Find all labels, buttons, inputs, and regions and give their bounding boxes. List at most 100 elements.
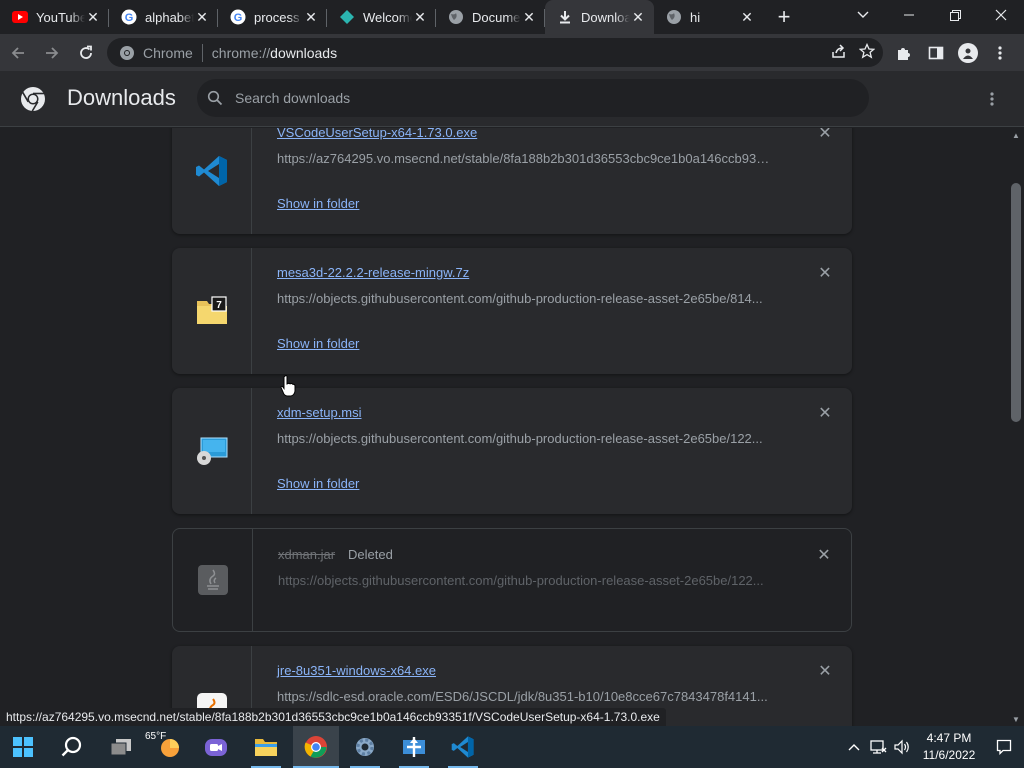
show-in-folder-link[interactable]: Show in folder [277, 476, 359, 491]
search-icon[interactable] [49, 726, 95, 768]
settings-icon[interactable] [342, 726, 388, 768]
show-in-folder-link[interactable]: Show in folder [277, 336, 359, 351]
tab-process[interactable]: G process ✕ [218, 0, 327, 34]
page-title: Downloads [67, 85, 176, 110]
tab-youtube[interactable]: YouTube ✕ [0, 0, 109, 34]
remove-item-icon[interactable]: ✕ [817, 548, 831, 564]
page-scrollbar[interactable]: ▲ ▼ [1008, 128, 1024, 726]
taskbar-clock[interactable]: 4:47 PM 11/6/2022 [914, 730, 984, 764]
download-item: VSCodeUserSetup-x64-1.73.0.exe https://a… [172, 128, 852, 234]
remove-item-icon[interactable]: ✕ [818, 406, 832, 422]
close-tab-icon[interactable]: ✕ [630, 9, 646, 25]
remove-item-icon[interactable]: ✕ [818, 128, 832, 142]
remove-item-icon[interactable]: ✕ [818, 266, 832, 282]
close-tab-icon[interactable]: ✕ [194, 9, 210, 25]
search-icon [205, 90, 225, 106]
remove-item-icon[interactable]: ✕ [818, 664, 832, 680]
download-filename-link[interactable]: mesa3d-22.2.2-release-mingw.7z [277, 265, 469, 280]
search-downloads-input[interactable] [235, 90, 835, 106]
tab-title: hi [690, 9, 701, 25]
tab-title: YouTube [36, 9, 85, 25]
network-app-icon[interactable] [391, 726, 437, 768]
back-button[interactable] [2, 37, 34, 69]
svg-text:7: 7 [216, 300, 222, 311]
tray-overflow-chevron-icon[interactable] [842, 726, 866, 768]
tab-alphabet[interactable]: G alphabet ✕ [109, 0, 218, 34]
close-tab-icon[interactable]: ✕ [521, 9, 537, 25]
meet-icon[interactable] [193, 726, 239, 768]
side-panel-icon[interactable] [920, 37, 952, 69]
download-url: https://az764295.vo.msecnd.net/stable/8f… [277, 151, 772, 166]
download-filename-link[interactable]: VSCodeUserSetup-x64-1.73.0.exe [277, 128, 477, 140]
reload-button[interactable] [70, 37, 102, 69]
minimize-icon[interactable] [886, 0, 932, 30]
link-status-bubble: https://az764295.vo.msecnd.net/stable/8f… [0, 708, 666, 726]
scrollbar-thumb[interactable] [1011, 183, 1021, 422]
download-icon [557, 9, 573, 25]
diamond-icon [339, 9, 355, 25]
downloads-header: Downloads [0, 71, 1024, 127]
search-downloads-box[interactable] [197, 79, 869, 117]
tab-title: Downloads [581, 9, 630, 25]
tab-title: process [254, 9, 300, 25]
downloads-list: VSCodeUserSetup-x64-1.73.0.exe https://a… [0, 128, 1008, 726]
scroll-up-arrow-icon[interactable]: ▲ [1008, 128, 1024, 142]
weather-temperature: 65°F [145, 731, 167, 742]
address-bar[interactable]: Chrome chrome://downloads [107, 38, 883, 67]
download-item-deleted: xdman.jar Deleted https://objects.github… [172, 528, 852, 632]
volume-icon[interactable] [890, 726, 914, 768]
task-view-icon[interactable] [98, 726, 144, 768]
download-url: https://objects.githubusercontent.com/gi… [278, 573, 764, 588]
window-controls [886, 0, 1024, 30]
chrome-logo-icon [21, 87, 45, 112]
tab-document[interactable]: Document ✕ [436, 0, 545, 34]
msi-installer-icon [172, 388, 252, 514]
download-item: 7 mesa3d-22.2.2-release-mingw.7z https:/… [172, 248, 852, 374]
network-status-icon[interactable] [866, 726, 890, 768]
download-url: https://objects.githubusercontent.com/gi… [277, 291, 763, 306]
youtube-icon [12, 9, 28, 25]
clock-date: 11/6/2022 [922, 748, 976, 762]
forward-button[interactable] [36, 37, 68, 69]
bookmark-star-icon[interactable] [858, 42, 876, 62]
google-icon: G [230, 9, 246, 25]
tab-downloads[interactable]: Downloads ✕ [545, 0, 654, 34]
close-tab-icon[interactable]: ✕ [303, 9, 319, 25]
tab-welcome[interactable]: Welcome ✕ [327, 0, 436, 34]
tab-search-chevron-icon[interactable] [840, 0, 886, 30]
close-tab-icon[interactable]: ✕ [85, 9, 101, 25]
globe-icon [448, 9, 464, 25]
windows-taskbar: 65°F 4:47 PM 11/6/2022 [0, 726, 1024, 768]
svg-text:G: G [125, 12, 134, 24]
restore-icon[interactable] [932, 0, 978, 30]
globe-icon [666, 9, 682, 25]
new-tab-button[interactable]: + [767, 0, 801, 34]
vscode-icon[interactable] [440, 726, 486, 768]
close-tab-icon[interactable]: ✕ [739, 9, 755, 25]
download-item: xdm-setup.msi https://objects.githubuser… [172, 388, 852, 514]
java-icon [173, 529, 253, 631]
extensions-puzzle-icon[interactable] [888, 37, 920, 69]
chrome-site-icon[interactable] [119, 45, 135, 61]
tab-title: Welcome [363, 9, 412, 25]
tab-hi[interactable]: hi ✕ [654, 0, 763, 34]
download-filename-link[interactable]: xdm-setup.msi [277, 405, 362, 420]
close-tab-icon[interactable]: ✕ [412, 9, 428, 25]
chrome-menu-icon[interactable] [984, 37, 1016, 69]
svg-text:G: G [234, 12, 243, 24]
show-in-folder-link[interactable]: Show in folder [277, 196, 359, 211]
start-icon[interactable] [0, 726, 46, 768]
scroll-down-arrow-icon[interactable]: ▼ [1008, 712, 1024, 726]
site-label: Chrome [143, 44, 193, 61]
url-scheme: chrome:// [211, 44, 271, 61]
tab-title: Document [472, 9, 521, 25]
download-url: https://objects.githubusercontent.com/gi… [277, 431, 763, 446]
downloads-more-menu-icon[interactable] [982, 89, 1002, 109]
chrome-icon[interactable] [293, 726, 339, 768]
download-filename-link[interactable]: jre-8u351-windows-x64.exe [277, 663, 436, 678]
profile-avatar-icon[interactable] [952, 37, 984, 69]
share-icon[interactable] [831, 43, 847, 62]
notifications-icon[interactable] [984, 739, 1024, 755]
close-window-icon[interactable] [978, 0, 1024, 30]
file-explorer-icon[interactable] [243, 726, 289, 768]
